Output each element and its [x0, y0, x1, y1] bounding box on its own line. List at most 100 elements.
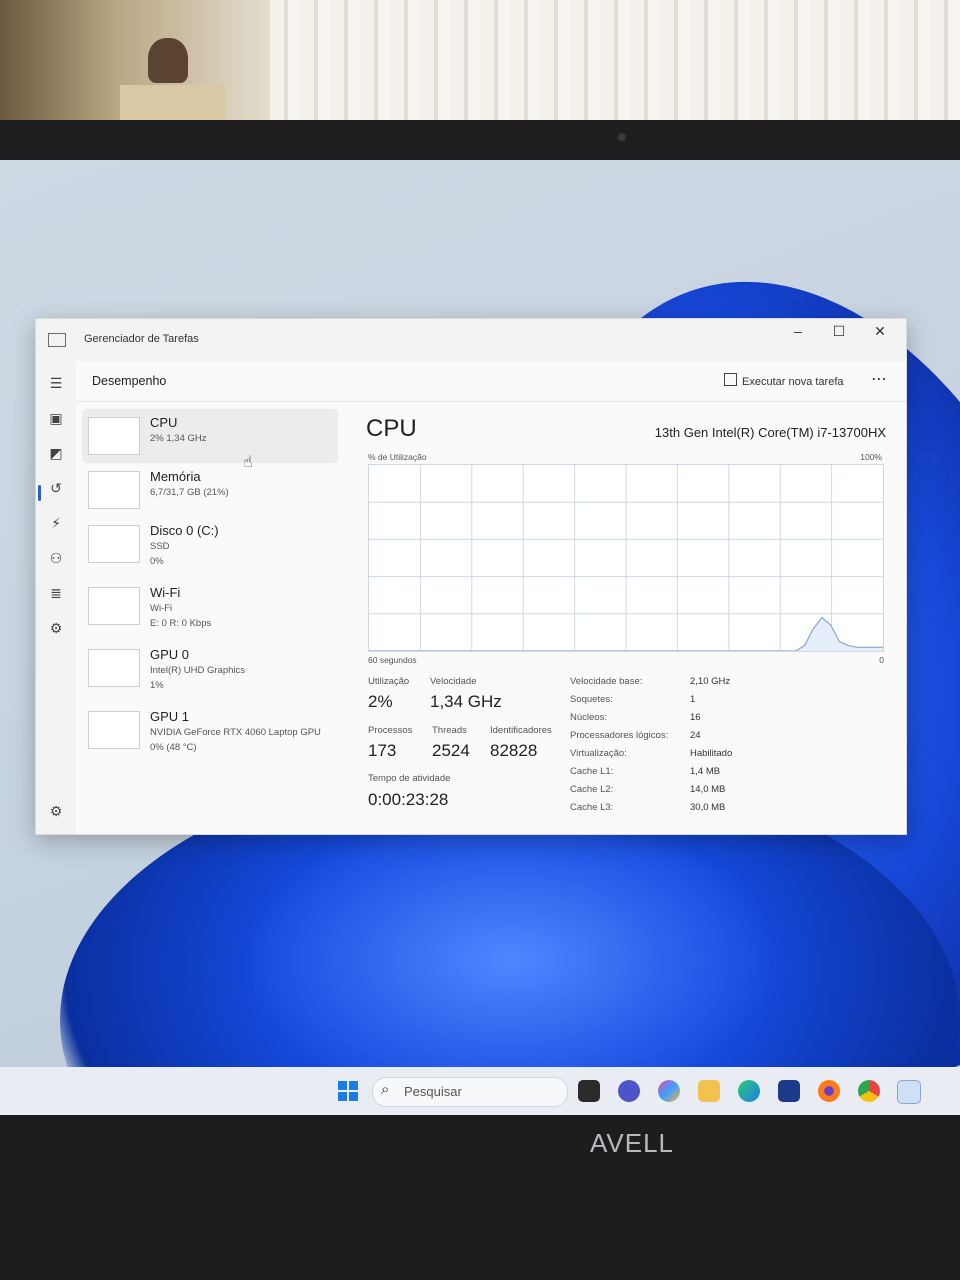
speed-value: 1,34 GHz: [430, 692, 502, 711]
task-manager-window: Gerenciador de Tarefas – ☐ ✕ ☰ ▣ ◩ ↺ ⚡ ⚇…: [35, 318, 907, 835]
room-background: [0, 0, 960, 125]
threads-label: Threads: [432, 725, 467, 736]
uptime-value: 0:00:23:28: [368, 790, 449, 809]
perf-item-value: 1%: [150, 680, 164, 691]
figurine: [148, 38, 188, 83]
details-icon[interactable]: ≣: [46, 583, 66, 603]
perf-item-cpu[interactable]: CPU 2% 1,34 GHz: [82, 409, 338, 463]
handles-label: Identificadores: [490, 725, 552, 736]
disk-thumbnail: [88, 525, 140, 563]
spec-value: 2,10 GHz: [690, 676, 731, 687]
laptop-bezel-bottom: [0, 1115, 960, 1280]
perf-item-disk[interactable]: Disco 0 (C:) SSD 0%: [82, 517, 338, 571]
perf-item-detail: 2% 1,34 GHz: [150, 433, 207, 444]
cpu-detail-panel: CPU 13th Gen Intel(R) Core(TM) i7-13700H…: [338, 401, 906, 834]
uptime-label: Tempo de atividade: [368, 773, 451, 784]
performance-list: CPU 2% 1,34 GHz Memória 6,7/31,7 GB (21%…: [76, 401, 338, 834]
perf-item-memory[interactable]: Memória 6,7/31,7 GB (21%): [82, 463, 338, 517]
perf-item-name: GPU 0: [150, 647, 190, 662]
speed-label: Velocidade: [430, 676, 477, 687]
perf-item-detail: Wi-Fi: [150, 603, 173, 614]
perf-item-name: Memória: [150, 469, 201, 484]
processes-icon[interactable]: ▣: [46, 408, 66, 428]
memory-thumbnail: [88, 471, 140, 509]
perf-item-detail: NVIDIA GeForce RTX 4060 Laptop GPU: [150, 727, 321, 738]
perf-item-name: Wi-Fi: [150, 585, 181, 600]
mouse-pointer-icon: ☝: [243, 454, 253, 471]
new-task-icon: [724, 373, 737, 386]
sidebar-nav: ☰ ▣ ◩ ↺ ⚡ ⚇ ≣ ⚙ ⚙: [36, 361, 76, 834]
perf-item-value: 0% (48 °C): [150, 742, 197, 753]
spec-value: 30,0 MB: [690, 802, 726, 813]
services-icon[interactable]: ⚙: [46, 618, 66, 638]
spec-value: 1,4 MB: [690, 766, 721, 777]
page-title: Desempenho: [92, 374, 167, 388]
spec-label: Núcleos:: [570, 712, 607, 723]
taskbar-search[interactable]: ⌕ Pesquisar: [372, 1077, 568, 1107]
more-options-button[interactable]: ⋯: [871, 369, 887, 389]
app-history-icon[interactable]: ↺: [46, 478, 66, 498]
gpu1-thumbnail: [88, 711, 140, 749]
search-icon: ⌕: [381, 1081, 390, 1098]
shelf: [120, 85, 225, 120]
chrome-icon[interactable]: [858, 1080, 880, 1102]
processes-value: 173: [368, 741, 397, 760]
perf-item-detail: 6,7/31,7 GB (21%): [150, 487, 229, 498]
threads-value: 2524: [432, 741, 470, 760]
task-view-icon[interactable]: [578, 1080, 600, 1102]
detail-title: CPU: [366, 415, 417, 442]
file-explorer-icon[interactable]: [698, 1080, 720, 1102]
spec-value: Habilitado: [690, 748, 733, 759]
startup-apps-icon[interactable]: ⚡: [46, 513, 66, 533]
maximize-button[interactable]: ☐: [819, 323, 859, 340]
hamburger-menu-icon[interactable]: ☰: [46, 373, 66, 393]
minimize-button[interactable]: –: [778, 323, 818, 339]
task-manager-taskbar-icon[interactable]: [897, 1080, 921, 1104]
selected-nav-indicator: [38, 485, 41, 501]
spec-value: 1: [690, 694, 696, 705]
spec-label: Virtualização:: [570, 748, 627, 759]
graph-min-label: 0: [879, 655, 884, 665]
webcam: [618, 133, 626, 141]
utilization-label: Utilização: [368, 676, 410, 687]
graph-max-label: 100%: [860, 452, 882, 462]
perf-item-value: E: 0 R: 0 Kbps: [150, 618, 212, 629]
settings-icon[interactable]: ⚙: [46, 801, 66, 821]
title-bar[interactable]: Gerenciador de Tarefas – ☐ ✕: [36, 319, 906, 361]
edge-icon[interactable]: [738, 1080, 760, 1102]
spec-label: Soquetes:: [570, 694, 613, 705]
run-new-task-button[interactable]: Executar nova tarefa: [724, 373, 844, 388]
gpu0-thumbnail: [88, 649, 140, 687]
graph-y-label: % de Utilização: [368, 452, 427, 462]
perf-item-gpu1[interactable]: GPU 1 NVIDIA GeForce RTX 4060 Laptop GPU…: [82, 703, 338, 757]
graph-time-label: 60 segundos: [368, 655, 417, 665]
perf-item-detail: SSD: [150, 541, 170, 552]
start-button[interactable]: [338, 1081, 358, 1101]
perf-item-wifi[interactable]: Wi-Fi Wi-Fi E: 0 R: 0 Kbps: [82, 579, 338, 633]
firefox-icon[interactable]: [818, 1080, 840, 1102]
utilization-value: 2%: [368, 692, 393, 711]
chat-icon[interactable]: [618, 1080, 640, 1102]
perf-item-name: CPU: [150, 415, 178, 430]
laptop-bezel-top: [0, 120, 960, 162]
spec-value: 24: [690, 730, 701, 741]
store-icon[interactable]: [778, 1080, 800, 1102]
spec-label: Cache L3:: [570, 802, 614, 813]
perf-item-value: 0%: [150, 556, 164, 567]
cpu-usage-graph: [368, 464, 884, 652]
search-placeholder: Pesquisar: [404, 1084, 462, 1099]
spec-value: 16: [690, 712, 701, 723]
run-new-task-label: Executar nova tarefa: [742, 376, 844, 388]
perf-item-name: GPU 1: [150, 709, 190, 724]
copilot-icon[interactable]: [658, 1080, 680, 1102]
perf-item-gpu0[interactable]: GPU 0 Intel(R) UHD Graphics 1%: [82, 641, 338, 695]
performance-icon[interactable]: ◩: [46, 443, 66, 463]
main-content: Desempenho Executar nova tarefa ⋯ CPU 2%…: [76, 361, 906, 834]
users-icon[interactable]: ⚇: [46, 548, 66, 568]
close-button[interactable]: ✕: [860, 323, 900, 340]
handles-value: 82828: [490, 741, 538, 760]
laptop-brand-logo: AVELL: [590, 1128, 675, 1158]
spec-label: Velocidade base:: [570, 676, 643, 687]
spec-label: Cache L2:: [570, 784, 614, 795]
cpu-thumbnail: [88, 417, 140, 455]
